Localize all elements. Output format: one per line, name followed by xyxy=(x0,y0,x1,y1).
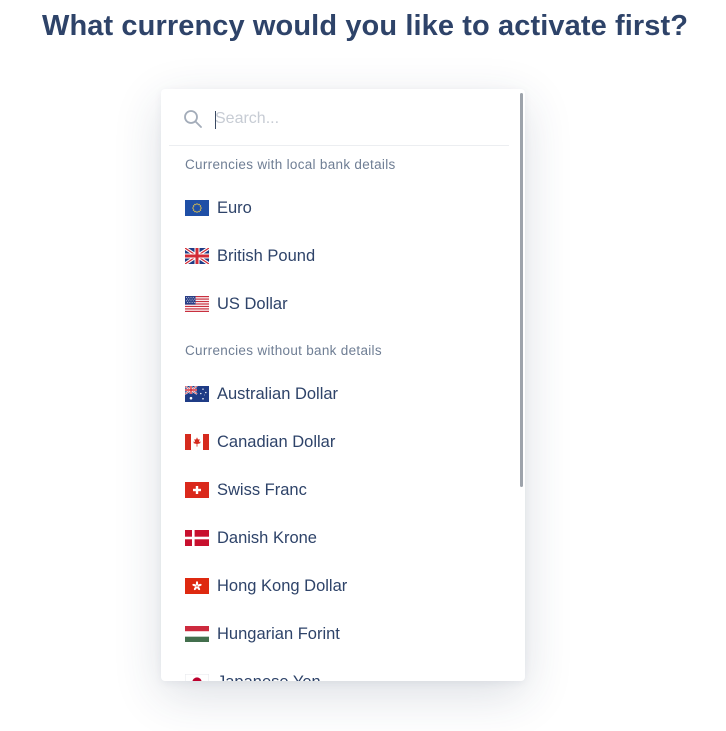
eu-flag-icon xyxy=(185,200,209,216)
currency-item-swiss-franc[interactable]: Swiss Franc xyxy=(161,466,517,514)
currency-item-british-pound[interactable]: British Pound xyxy=(161,232,517,280)
currency-item-hungarian-forint[interactable]: Hungarian Forint xyxy=(161,610,517,658)
text-cursor xyxy=(215,111,216,129)
page-title: What currency would you like to activate… xyxy=(42,10,689,42)
currency-label: British Pound xyxy=(217,246,316,265)
currency-label: Danish Krone xyxy=(217,528,317,547)
currency-item-hong-kong-dollar[interactable]: Hong Kong Dollar xyxy=(161,562,517,610)
group-header-without-bank-details: Currencies without bank details xyxy=(185,343,382,358)
currency-label: Hong Kong Dollar xyxy=(217,576,348,595)
group-header-local-bank-details: Currencies with local bank details xyxy=(185,157,396,172)
currency-label: Canadian Dollar xyxy=(217,432,336,451)
currency-label: US Dollar xyxy=(217,294,288,313)
currency-label: Japanese Yen xyxy=(217,673,321,682)
currency-label: Hungarian Forint xyxy=(217,624,340,643)
jp-flag-icon xyxy=(185,674,209,681)
us-flag-icon xyxy=(185,296,209,312)
page: What currency would you like to activate… xyxy=(0,0,726,731)
gb-flag-icon xyxy=(185,248,209,264)
currency-item-danish-krone[interactable]: Danish Krone xyxy=(161,514,517,562)
currency-item-euro[interactable]: Euro xyxy=(161,184,517,232)
currency-item-japanese-yen[interactable]: Japanese Yen xyxy=(161,658,517,681)
currency-dropdown: Currencies with local bank details Euro xyxy=(161,89,525,681)
currency-item-us-dollar[interactable]: US Dollar xyxy=(161,280,517,328)
dk-flag-icon xyxy=(185,530,209,546)
scrollbar-thumb[interactable] xyxy=(520,93,523,487)
currency-item-canadian-dollar[interactable]: Canadian Dollar xyxy=(161,418,517,466)
currency-list: Currencies with local bank details Euro xyxy=(161,146,517,681)
currency-label: Swiss Franc xyxy=(217,480,307,499)
search-input[interactable] xyxy=(215,106,495,132)
au-flag-icon xyxy=(185,386,209,402)
ch-flag-icon xyxy=(185,482,209,498)
currency-label: Australian Dollar xyxy=(217,384,339,403)
ca-flag-icon xyxy=(185,434,209,450)
hk-flag-icon xyxy=(185,578,209,594)
hu-flag-icon xyxy=(185,626,209,642)
scrollbar[interactable] xyxy=(519,89,525,681)
currency-label: Euro xyxy=(217,198,252,217)
search-icon xyxy=(184,110,202,128)
search-bar xyxy=(169,89,509,146)
currency-item-australian-dollar[interactable]: Australian Dollar xyxy=(161,370,517,418)
